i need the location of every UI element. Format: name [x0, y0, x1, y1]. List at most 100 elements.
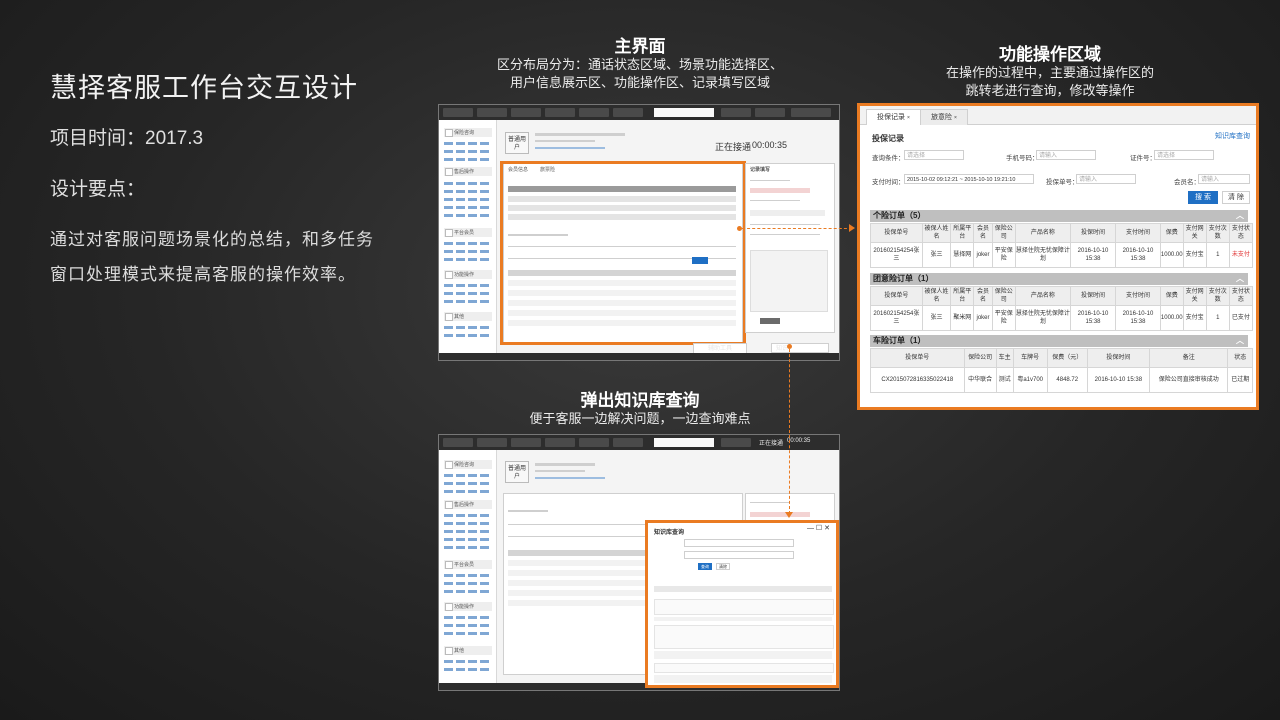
- sidebar-group[interactable]: 功能操作: [444, 602, 492, 611]
- toolbar-button[interactable]: [613, 108, 643, 117]
- table-cell: 1: [1205, 242, 1230, 268]
- table-cell: 1000.00: [1159, 305, 1184, 331]
- sidebar-group[interactable]: 保险咨询: [444, 460, 492, 469]
- table-cell: 201602154254张三: [870, 305, 923, 331]
- table-cell: 支付宝: [1182, 305, 1207, 331]
- table-cell: 平安保险: [991, 305, 1016, 331]
- collapse-icon[interactable]: ︿: [1236, 335, 1244, 347]
- table-cell: 粤a1v700: [1012, 367, 1048, 393]
- record-title: 记录填写: [750, 167, 771, 173]
- record-textarea[interactable]: [750, 250, 828, 312]
- toolbar-button[interactable]: [579, 438, 609, 447]
- column-header: 投保单号: [870, 348, 965, 368]
- policy-number-input[interactable]: 请输入: [1076, 174, 1136, 184]
- car-orders-table: 投保单号 保险公司 车主 车牌号 保费（元） 投保时间 备注 状态 CX20150728163…: [870, 348, 1253, 393]
- toolbar-button[interactable]: [477, 438, 507, 447]
- tab-bar: 投保记录 × 旅意险 ×: [860, 106, 1256, 125]
- toolbar-button[interactable]: [579, 108, 609, 117]
- toolbar-button[interactable]: [721, 438, 751, 447]
- save-button[interactable]: [760, 318, 780, 324]
- scene-sidebar: 保险咨询 售后操作 平台会员 功能操作 其他: [439, 120, 497, 353]
- toolbar-button[interactable]: [511, 438, 541, 447]
- collapse-icon[interactable]: ︿: [1236, 210, 1244, 222]
- toolbar-button[interactable]: [755, 108, 785, 117]
- toolbar-button[interactable]: [545, 438, 575, 447]
- column-header: 支付状态: [1228, 223, 1254, 243]
- column-header: 支付状态: [1228, 286, 1254, 306]
- function-area-caption-title: 功能操作区域: [999, 45, 1101, 64]
- reset-button[interactable]: 清除: [716, 563, 730, 570]
- tab-policy-records[interactable]: 投保记录 ×: [866, 109, 921, 125]
- knowledge-tab[interactable]: 知识: [771, 343, 829, 353]
- table-cell: 保险公司直接审核成功: [1148, 367, 1229, 393]
- keyword-input[interactable]: [684, 539, 794, 547]
- column-header: 投保时间: [1086, 348, 1150, 368]
- toolbar-button[interactable]: [721, 108, 751, 117]
- toolbar-button[interactable]: [613, 438, 643, 447]
- knowledge-base-popup: 知识库查询 — ☐ ✕ 查询 清除: [645, 520, 839, 688]
- car-orders-header[interactable]: 车险订单（1） ︿: [870, 335, 1248, 347]
- table-row[interactable]: 201602154254张三 张三 慧择网 joker 平安保险 慧择住院无忧保障计划 20…: [870, 242, 1254, 268]
- record-panel: 记录填写: [745, 163, 835, 333]
- table-cell: 张三: [921, 305, 952, 331]
- column-header: 备注: [1148, 348, 1229, 368]
- sidebar-group[interactable]: 其他: [444, 312, 492, 321]
- toolbar-button[interactable]: [443, 438, 473, 447]
- call-timer: 00:00:35: [752, 140, 788, 150]
- function-select[interactable]: [791, 108, 831, 117]
- call-number-input[interactable]: [654, 108, 714, 117]
- sidebar-group[interactable]: 平台会员: [444, 560, 492, 569]
- category-select[interactable]: [684, 551, 794, 559]
- description-line-1: 通过对客服问题场景化的总结，和多任务: [50, 230, 374, 249]
- main-ui-screenshot: 保险咨询 售后操作 平台会员 功能操作 其他 普通用户 正在接通 00:00:3…: [438, 104, 840, 361]
- table-row[interactable]: CX2015072816335022418 中华联合 测试 粤a1v700 4848.7…: [870, 367, 1253, 393]
- clear-button[interactable]: 清 除: [1222, 191, 1250, 204]
- query-button[interactable]: 查询: [698, 563, 712, 570]
- table-cell: joker: [973, 305, 993, 331]
- personal-orders-header[interactable]: 个险订单（5） ︿: [870, 210, 1248, 222]
- popup-title: 知识库查询: [654, 530, 685, 536]
- table-cell: 已过期: [1227, 367, 1253, 393]
- search-button[interactable]: 搜 索: [1188, 191, 1218, 204]
- member-name-input[interactable]: 请输入: [1198, 174, 1250, 184]
- column-header: 保费（元）: [1046, 348, 1088, 368]
- toolbar-button[interactable]: [477, 108, 507, 117]
- sidebar-group[interactable]: 售后操作: [444, 500, 492, 509]
- pay-time-range[interactable]: 2015-10-02 09:12:21 ~ 2015-10-10 19:21:1…: [904, 174, 1034, 184]
- call-timer: 00:00:35: [787, 438, 811, 444]
- table-cell: 未支付: [1228, 242, 1254, 268]
- sidebar-group[interactable]: 平台会员: [444, 228, 492, 237]
- call-number-input[interactable]: [654, 438, 714, 447]
- arrow-head-icon: [785, 512, 793, 518]
- column-header: 投保单号: [870, 286, 923, 306]
- toolbar-button[interactable]: [511, 108, 541, 117]
- toolbar-button[interactable]: [545, 108, 575, 117]
- table-cell: 慧择住院无忧保障计划: [1014, 242, 1072, 268]
- function-area-caption-line1: 在操作的过程中，主要通过操作区的: [945, 65, 1154, 80]
- table-cell: 慧择网: [950, 242, 975, 268]
- condition-select[interactable]: 请选择: [904, 150, 964, 160]
- column-header: 产品名称: [1014, 223, 1072, 243]
- collapse-icon[interactable]: ︿: [1236, 273, 1244, 285]
- sidebar-group[interactable]: 其他: [444, 646, 492, 655]
- table-row[interactable]: 201602154254张三 张三 聚米网 joker 平安保险 慧择住院无忧保障计划 20…: [870, 305, 1254, 331]
- sidebar-group[interactable]: 售后操作: [444, 167, 492, 176]
- group-orders-header[interactable]: 团意险订单（1） ︿: [870, 273, 1248, 285]
- column-header: 被保人姓名: [921, 286, 952, 306]
- column-header: 车牌号: [1012, 348, 1048, 368]
- phone-input[interactable]: 请输入: [1036, 150, 1096, 160]
- connector-line: [789, 349, 790, 514]
- sidebar-group[interactable]: 功能操作: [444, 270, 492, 279]
- column-header: 支付网关: [1182, 286, 1207, 306]
- cert-select[interactable]: 请选择: [1154, 150, 1214, 160]
- group-orders-table: 投保单号 被保人姓名 所属平台 会员名 保险公司 产品名称 投保时间 支付时间 保费 支付网关 支付…: [870, 286, 1254, 331]
- popup-window-controls[interactable]: — ☐ ✕: [807, 524, 830, 532]
- kb-query-link[interactable]: 知识库查询: [1215, 131, 1250, 141]
- call-status: 正在接通: [715, 142, 752, 152]
- tab-travel-insurance[interactable]: 旅意险 ×: [920, 109, 968, 125]
- column-header: 保费: [1159, 223, 1184, 243]
- sidebar-group[interactable]: 保险咨询: [444, 128, 492, 137]
- table-cell: 支付宝: [1182, 242, 1207, 268]
- project-time: 项目时间：2017.3: [50, 128, 204, 149]
- toolbar-button[interactable]: [443, 108, 473, 117]
